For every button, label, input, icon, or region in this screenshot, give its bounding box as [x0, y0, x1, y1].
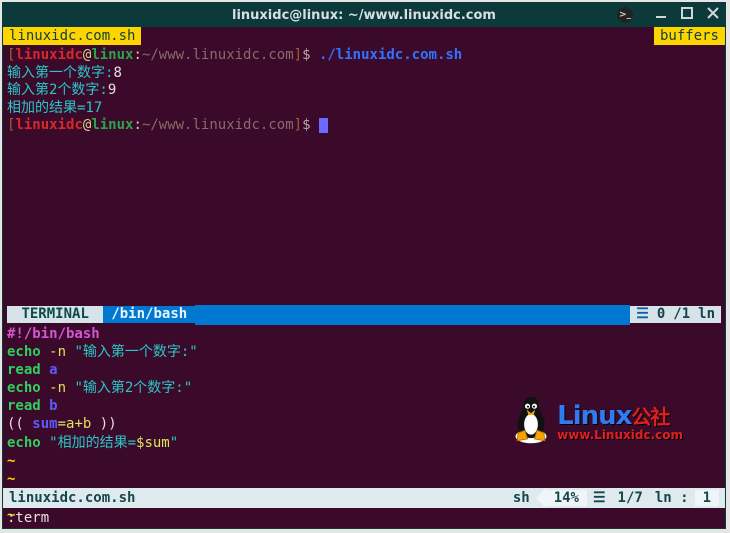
output-text: 输入第2个数字:	[7, 82, 108, 98]
tab-buffers[interactable]: buffers	[654, 27, 725, 45]
empty-line: ~	[7, 452, 721, 470]
hamburger-icon: ☰	[587, 490, 612, 506]
cursor	[319, 118, 328, 133]
flag: -n	[49, 344, 66, 360]
var: a	[49, 362, 57, 378]
flag: -n	[49, 380, 66, 396]
command: ./linuxidc.com.sh	[319, 47, 462, 63]
prompt-colon: :	[133, 117, 141, 133]
terminal-line: [linuxidc@linux:~/www.linuxidc.com]$	[7, 117, 721, 135]
bracket: ]	[294, 47, 302, 63]
hamburger-icon: ☰	[636, 306, 649, 324]
editor-status: linuxidc.com.sh sh 14% ☰ 1/7 ln : 1	[3, 488, 725, 508]
prompt-path: ~/www.linuxidc.com	[142, 117, 294, 133]
kw-read: read	[7, 398, 41, 414]
output-text: 8	[113, 65, 121, 81]
tab-file[interactable]: linuxidc.com.sh	[3, 27, 141, 45]
prompt-dollar: $	[302, 47, 310, 63]
code-line: #!/bin/bash	[7, 325, 721, 343]
terminal-pane[interactable]: [linuxidc@linux:~/www.linuxidc.com]$ ./l…	[3, 45, 725, 325]
string: "	[170, 435, 178, 451]
prompt-user: linuxidc	[15, 117, 82, 133]
prompt-host: linux	[91, 47, 133, 63]
maximize-button[interactable]	[679, 5, 695, 21]
code-line: echo "相加的结果=$sum"	[7, 434, 721, 452]
prompt-user: linuxidc	[15, 47, 82, 63]
close-button[interactable]	[705, 5, 721, 21]
string: "输入第2个数字:"	[74, 380, 192, 396]
output-text: 相加的结果=17	[7, 100, 102, 116]
status-num: 0	[657, 306, 665, 324]
status-path: /bin/bash	[103, 306, 195, 324]
status-num: /1	[673, 306, 690, 324]
code-line: echo -n "输入第一个数字:"	[7, 343, 721, 361]
string: "输入第一个数字:"	[74, 344, 197, 360]
empty-line: ~	[7, 470, 721, 488]
status-ln: ln :	[649, 490, 695, 506]
kw-read: read	[7, 362, 41, 378]
code-line: read b	[7, 397, 721, 415]
terminal-line: [linuxidc@linux:~/www.linuxidc.com]$ ./l…	[7, 47, 721, 65]
window: linuxidc@linux: ~/www.linuxidc.com >_ li…	[2, 2, 726, 529]
status-col: 1	[695, 490, 719, 506]
code-line: read a	[7, 361, 721, 379]
var: b	[49, 398, 57, 414]
titlebar: linuxidc@linux: ~/www.linuxidc.com >_	[3, 3, 725, 27]
prompt-colon: :	[133, 47, 141, 63]
code-line: echo -n "输入第2个数字:"	[7, 379, 721, 397]
prompt-host: linux	[91, 117, 133, 133]
window-controls	[653, 5, 721, 21]
prompt-dollar: $	[302, 117, 310, 133]
paren: ((	[7, 416, 24, 432]
status-pos: 1/7	[612, 490, 649, 506]
output-text: 9	[108, 82, 116, 98]
mode-indicator: TERMINAL	[7, 306, 103, 324]
status-right: ☰ 0 /1 ln	[630, 306, 721, 324]
prompt-path: ~/www.linuxidc.com	[142, 47, 294, 63]
kw-echo: echo	[7, 435, 41, 451]
command-line[interactable]: :term	[3, 508, 725, 528]
terminal-line: 输入第2个数字:9	[7, 82, 721, 100]
bracket: ]	[294, 117, 302, 133]
status-ln: ln	[698, 306, 715, 324]
shebang: #!/bin/bash	[7, 326, 100, 342]
code-line: (( sum=a+b ))	[7, 415, 721, 433]
var-ref: $sum	[136, 435, 170, 451]
op: +	[74, 416, 82, 432]
output-text: 输入第一个数字:	[7, 65, 113, 81]
var: b	[83, 416, 91, 432]
var: sum	[32, 416, 57, 432]
kw-echo: echo	[7, 344, 41, 360]
terminal-line: 输入第一个数字:8	[7, 65, 721, 83]
window-title: linuxidc@linux: ~/www.linuxidc.com	[232, 8, 496, 23]
string: "相加的结果=	[49, 435, 136, 451]
op: =	[58, 416, 66, 432]
status-filename: linuxidc.com.sh	[9, 490, 135, 506]
paren: ))	[100, 416, 117, 432]
terminal-line: 相加的结果=17	[7, 100, 721, 118]
pane-status: TERMINAL /bin/bash ☰ 0 /1 ln	[7, 305, 721, 325]
terminal-app-icon: >_	[617, 7, 633, 23]
status-filetype: sh	[507, 490, 536, 506]
tab-bar: linuxidc.com.sh buffers	[3, 27, 725, 45]
minimize-button[interactable]	[653, 5, 669, 21]
status-percent: 14%	[546, 490, 587, 506]
kw-echo: echo	[7, 380, 41, 396]
